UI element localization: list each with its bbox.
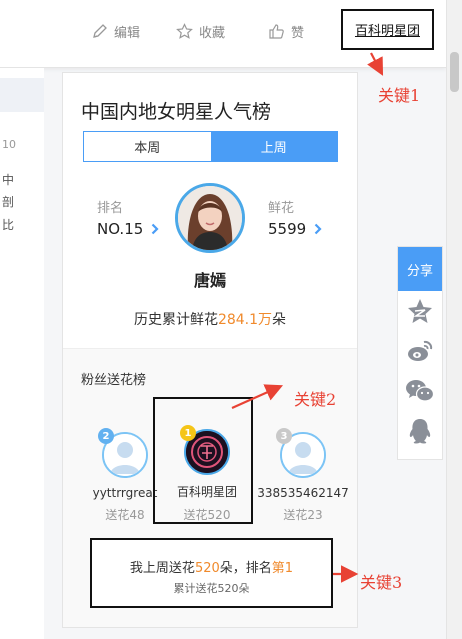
thumbs-up-icon: [269, 23, 284, 39]
favorite-button[interactable]: 收藏: [176, 21, 225, 41]
page-scrollbar[interactable]: [446, 0, 462, 639]
article-text-fragment: 剖: [2, 195, 15, 209]
weibo-share-button[interactable]: [398, 331, 442, 371]
star-name[interactable]: 唐嫣: [63, 267, 357, 291]
annotation-label-1: 关键1: [378, 86, 421, 105]
week-tabs: 本周 上周: [83, 131, 338, 162]
wechat-share-button[interactable]: [398, 371, 442, 411]
wechat-icon: [406, 380, 435, 402]
fan-rank-badge: 3: [276, 428, 292, 444]
article-highlight-block: [0, 78, 44, 112]
pencil-icon: [93, 24, 107, 38]
qq-share-button[interactable]: [398, 411, 442, 451]
article-column: 10 中 剖 比: [0, 68, 44, 639]
ranking-title: 中国内地女明星人气榜: [81, 101, 272, 123]
rank-stat[interactable]: 排名 NO.15: [97, 197, 159, 238]
flower-value: 5599: [268, 220, 307, 238]
fans-title: 粉丝送花榜: [81, 373, 147, 388]
chevron-right-icon: [152, 223, 159, 235]
star-portrait-image: [178, 186, 242, 250]
flower-stat[interactable]: 鲜花 5599: [268, 197, 322, 238]
baike-star-team-link[interactable]: 百科明星团: [341, 9, 434, 50]
qq-penguin-icon: [409, 419, 431, 444]
qzone-share-button[interactable]: [398, 291, 442, 331]
tab-last-week[interactable]: 上周: [210, 132, 337, 161]
like-label: 赞: [291, 25, 305, 41]
star-icon: [176, 22, 193, 39]
history-flowers: 历史累计鲜花284.1万朵: [63, 309, 357, 329]
popularity-ranking-panel: 中国内地女明星人气榜 本周 上周 排名 NO.15 鲜花 5599 唐嫣 历史累…: [62, 72, 358, 628]
chevron-right-icon: [314, 223, 322, 235]
qzone-star-icon: [408, 299, 432, 323]
my-rank: 第1: [271, 561, 294, 576]
my-prefix: 我上周送花: [129, 561, 195, 576]
fan-avatar[interactable]: 2: [98, 428, 148, 478]
edit-label: 编辑: [114, 25, 141, 41]
my-rank-line: 我上周送花520朵，排名第1: [92, 557, 331, 576]
article-text-fragment: 比: [2, 218, 15, 232]
top-toolbar: 编辑 收藏 赞 百科明星团: [0, 0, 446, 68]
fan-item[interactable]: 3 338535462147 送花23: [253, 428, 353, 523]
star-avatar[interactable]: [175, 183, 245, 253]
scrollbar-thumb[interactable]: [450, 52, 459, 92]
fan-name: 338535462147: [257, 486, 349, 500]
my-flower-summary: 我上周送花520朵，排名第1 累计送花520朵: [90, 538, 333, 608]
favorite-label: 收藏: [199, 25, 226, 41]
share-button[interactable]: 分享: [398, 247, 442, 291]
fan-rank-badge: 2: [98, 428, 114, 444]
share-sidebar: 分享: [397, 246, 443, 460]
rank-label: 排名: [97, 201, 124, 216]
weibo-icon: [408, 340, 433, 361]
baike-star-team-label: 百科明星团: [354, 24, 420, 39]
fan-avatar[interactable]: 3: [276, 428, 326, 478]
fan-flower-count: 送花23: [283, 508, 323, 522]
history-prefix: 历史累计鲜花: [133, 312, 218, 328]
my-total-flowers: 累计送花520朵: [173, 582, 250, 595]
article-text-fragment: 中: [2, 173, 15, 187]
my-middle: 朵，排名: [219, 561, 272, 576]
edit-button[interactable]: 编辑: [92, 21, 140, 41]
history-value: 284.1万: [217, 312, 273, 328]
history-suffix: 朵: [272, 312, 287, 328]
article-text-fragment: 10: [2, 138, 16, 151]
rank-value: NO.15: [97, 220, 144, 238]
like-button[interactable]: 赞: [268, 21, 304, 41]
annotation-box-top-fan: [153, 397, 253, 524]
tab-this-week[interactable]: 本周: [84, 132, 211, 161]
flower-label: 鲜花: [268, 201, 295, 216]
annotation-label-2: 关键2: [294, 390, 337, 409]
my-count: 520: [194, 561, 220, 576]
annotation-label-3: 关键3: [360, 573, 403, 592]
